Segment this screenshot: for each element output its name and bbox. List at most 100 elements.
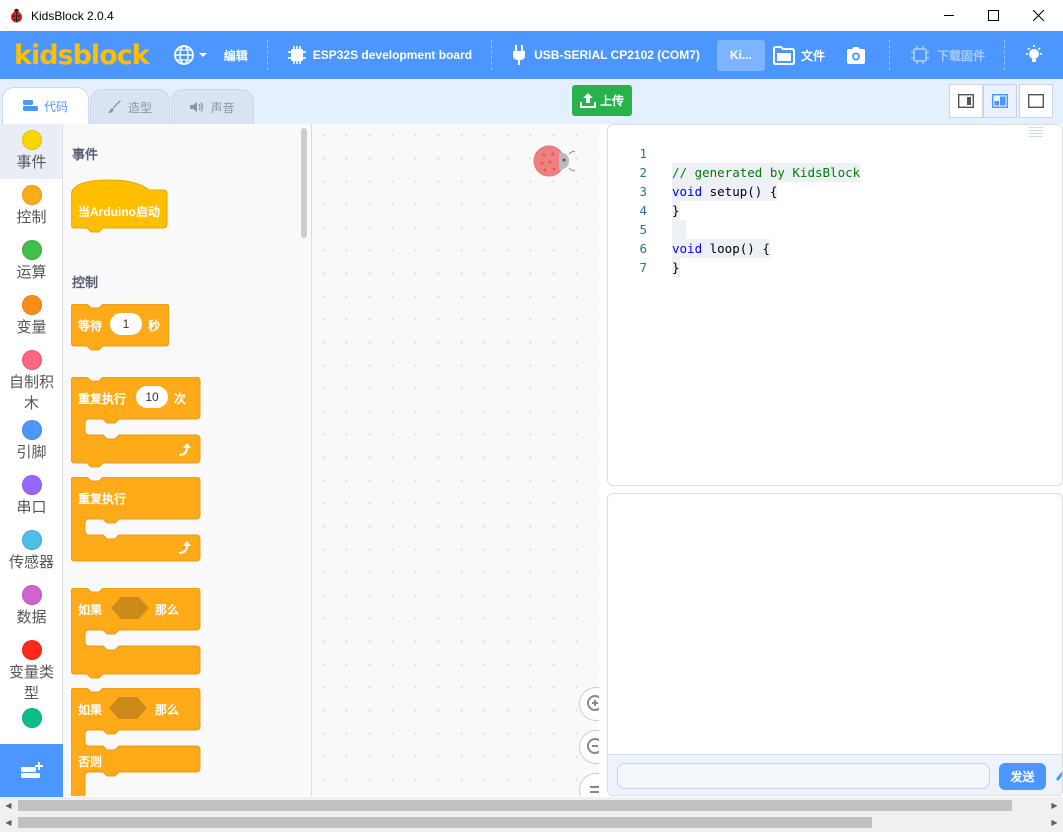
serial-input[interactable]: [617, 763, 990, 789]
folder-icon: [772, 45, 795, 65]
category-dot-icon: [21, 420, 42, 440]
port-selector[interactable]: USB-SERIAL CP2102 (COM7): [512, 31, 700, 79]
file-menu[interactable]: 文件: [772, 31, 825, 79]
if-else-block[interactable]: 如果 那么 否则: [71, 688, 201, 796]
zoom-reset-button[interactable]: [579, 773, 599, 796]
add-extension-button[interactable]: [0, 744, 63, 797]
code-line: 7: [608, 239, 1062, 275]
code-line: 1 // generated by KidsBlock: [608, 125, 1062, 182]
tabs-row: 代码 造型 声音: [0, 79, 1063, 124]
palette-scrollbar[interactable]: [301, 128, 307, 238]
serial-settings-icon[interactable]: [1054, 767, 1062, 785]
edit-menu[interactable]: 编辑: [224, 31, 248, 79]
then-label: 那么: [155, 703, 180, 717]
upload-button[interactable]: 上传: [572, 85, 632, 116]
category-my-blocks[interactable]: 自制积木: [0, 344, 62, 420]
code-line: 6 }: [608, 220, 1062, 277]
repeat-label: 重复执行: [78, 392, 127, 406]
zoom-out-icon: [587, 738, 599, 754]
kid-mode-label: Ki...: [729, 48, 752, 62]
code-line: 3 }: [608, 163, 1062, 220]
scroll-right-icon[interactable]: ▶: [1046, 814, 1063, 831]
maximize-icon: [987, 10, 999, 21]
zoom-in-button[interactable]: [579, 687, 599, 721]
layout-split-button[interactable]: [983, 84, 1017, 118]
category-pins[interactable]: 引脚: [0, 420, 62, 475]
category-serial[interactable]: 串口: [0, 475, 62, 530]
scroll-left-icon[interactable]: ◀: [0, 814, 17, 831]
title-bar: KidsBlock 2.0.4: [0, 0, 1063, 31]
layout-small-icon: [958, 94, 974, 108]
download-firmware-button[interactable]: 下载固件: [910, 31, 985, 79]
screenshot-button[interactable]: [845, 31, 867, 79]
tab-sounds-label: 声音: [210, 100, 235, 115]
file-menu-label: 文件: [800, 48, 825, 63]
lightbulb-icon: [1025, 45, 1042, 62]
code-editor[interactable]: 1 // generated by KidsBlock 2 void setup…: [607, 124, 1063, 486]
layout-split-icon: [992, 94, 1008, 108]
blocks-workspace[interactable]: [312, 124, 599, 796]
category-label: 变量类型: [8, 663, 54, 702]
language-menu[interactable]: [173, 31, 208, 79]
when-arduino-starts-block[interactable]: 当Arduino启动: [71, 176, 169, 236]
board-selector[interactable]: ESP32S development board: [287, 31, 472, 79]
category-menu: 事件 控制 运算 变量 自制积木 引脚 串口 传感器 数据 变量类型: [0, 124, 63, 744]
kidsblock-logo: kidsblock: [14, 39, 150, 71]
category-label: 事件: [16, 153, 47, 171]
send-button[interactable]: 发送: [999, 763, 1046, 790]
category-label: 传感器: [8, 553, 54, 571]
events-heading: 事件: [72, 148, 99, 163]
category-data[interactable]: 数据: [0, 585, 62, 640]
layout-full-icon: [1028, 94, 1044, 108]
menu-divider: [888, 40, 890, 70]
upload-label: 上传: [599, 94, 624, 108]
forever-label: 重复执行: [78, 492, 127, 506]
zoom-out-button[interactable]: [579, 730, 599, 764]
wait-seconds-block[interactable]: 等待 1 秒: [71, 304, 169, 352]
scrollbar-thumb[interactable]: [18, 817, 872, 828]
category-operators[interactable]: 运算: [0, 234, 62, 289]
tab-costumes[interactable]: 造型: [90, 89, 170, 124]
category-sensors[interactable]: 传感器: [0, 530, 62, 585]
category-dot-icon: [21, 350, 42, 370]
theme-button[interactable]: [1024, 31, 1044, 79]
repeat-times-block[interactable]: 重复执行 10 次: [71, 377, 201, 469]
forever-block[interactable]: 重复执行: [71, 477, 201, 569]
add-extension-icon: [20, 761, 43, 778]
category-variable-types[interactable]: 变量类型: [0, 640, 62, 708]
layout-small-stage-button[interactable]: [949, 84, 983, 118]
horizontal-scrollbar[interactable]: ◀ ▶: [0, 814, 1063, 832]
brush-icon: [107, 100, 121, 113]
line-number: 7: [639, 260, 647, 275]
kid-mode-button[interactable]: Ki...: [716, 39, 765, 71]
if-label: 如果: [78, 703, 103, 717]
tab-code-label: 代码: [43, 99, 68, 114]
chip-icon: [287, 46, 306, 64]
minimize-button[interactable]: [926, 0, 972, 31]
serial-monitor: 发送: [607, 493, 1063, 796]
repeat-count-input[interactable]: 10: [136, 386, 168, 408]
category-control[interactable]: 控制: [0, 179, 62, 234]
maximize-button[interactable]: [970, 0, 1016, 31]
code-line: 4: [608, 182, 1062, 239]
scrollbar-thumb[interactable]: [18, 800, 1012, 811]
if-then-block[interactable]: 如果 那么: [71, 588, 201, 680]
code-line: 2 void setup() {: [608, 144, 1062, 201]
wait-seconds-input[interactable]: 1: [110, 313, 142, 335]
scroll-left-icon[interactable]: ◀: [0, 797, 17, 814]
scroll-right-icon[interactable]: ▶: [1046, 797, 1063, 814]
category-dot-icon: [21, 130, 42, 150]
horizontal-scrollbar[interactable]: ◀ ▶: [0, 797, 1063, 814]
category-more[interactable]: [0, 708, 62, 744]
code-line: 5 void loop() {: [608, 201, 1062, 258]
menu-divider: [1003, 40, 1005, 70]
tab-code[interactable]: 代码: [2, 87, 89, 124]
layout-full-button[interactable]: [1019, 84, 1053, 118]
category-events[interactable]: 事件: [0, 124, 62, 179]
category-variables[interactable]: 变量: [0, 289, 62, 344]
code-minimap[interactable]: [1029, 127, 1043, 137]
tab-sounds[interactable]: 声音: [171, 89, 254, 124]
code-blocks-icon: [22, 100, 38, 111]
category-label: 数据: [16, 608, 47, 626]
close-button[interactable]: [1015, 0, 1061, 31]
